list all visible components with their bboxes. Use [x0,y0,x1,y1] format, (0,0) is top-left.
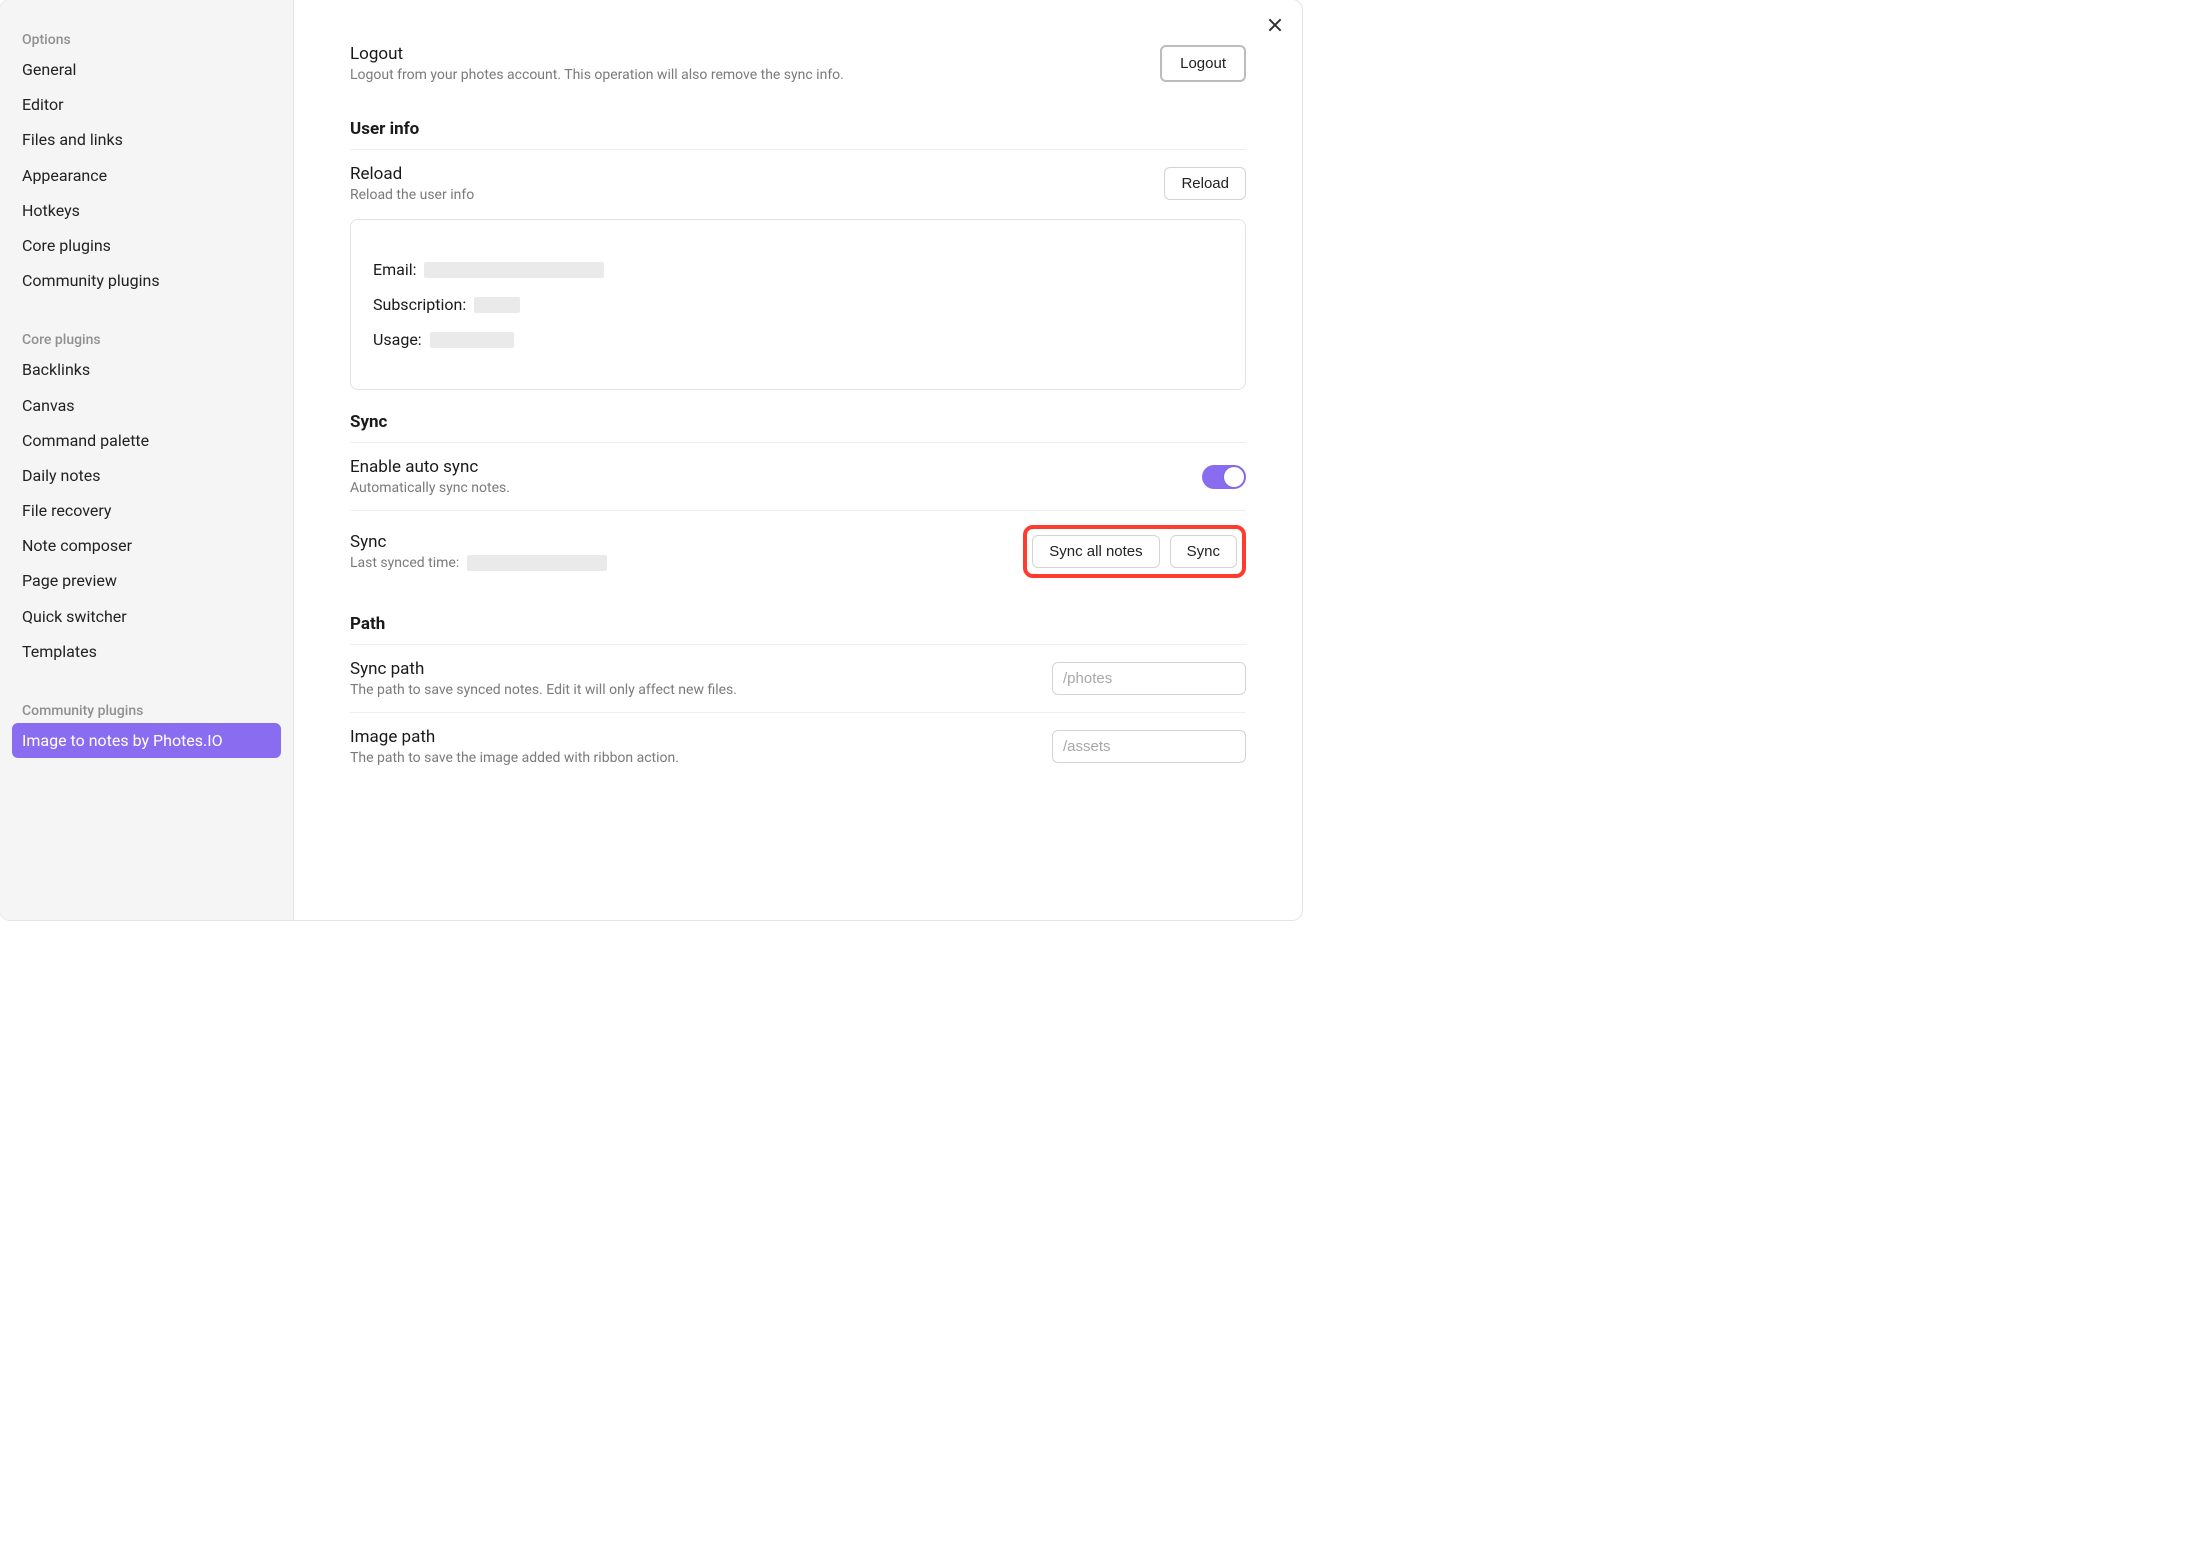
sync-all-notes-button[interactable]: Sync all notes [1032,535,1159,568]
section-path: Path [350,592,1246,645]
setting-image-path: Image path The path to save the image ad… [350,713,1246,780]
image-path-desc: The path to save the image added with ri… [350,750,1052,766]
settings-modal: Options General Editor Files and links A… [0,0,1302,920]
sync-buttons-highlight: Sync all notes Sync [1023,525,1246,578]
email-label: Email: [373,260,416,279]
subscription-label: Subscription: [373,295,466,314]
sync-title: Sync [350,532,1023,552]
sidebar-item-core-plugins[interactable]: Core plugins [12,228,281,263]
setting-reload: Reload Reload the user info Reload [350,150,1246,217]
close-icon[interactable] [1264,14,1286,36]
image-path-title: Image path [350,727,1052,747]
email-value-redacted [424,262,604,278]
setting-auto-sync: Enable auto sync Automatically sync note… [350,443,1246,511]
logout-title: Logout [350,44,1160,64]
sidebar-item-general[interactable]: General [12,52,281,87]
section-user-info: User info [350,97,1246,150]
reload-title: Reload [350,164,1164,184]
sync-button[interactable]: Sync [1170,535,1237,568]
auto-sync-desc: Automatically sync notes. [350,480,1202,496]
setting-sync-path: Sync path The path to save synced notes.… [350,645,1246,713]
sidebar: Options General Editor Files and links A… [0,0,294,920]
sidebar-item-canvas[interactable]: Canvas [12,388,281,423]
sync-path-input[interactable] [1052,662,1246,695]
sidebar-item-page-preview[interactable]: Page preview [12,563,281,598]
sidebar-item-command-palette[interactable]: Command palette [12,423,281,458]
sidebar-item-quick-switcher[interactable]: Quick switcher [12,599,281,634]
sync-path-desc: The path to save synced notes. Edit it w… [350,682,1052,698]
reload-button[interactable]: Reload [1164,167,1246,200]
logout-desc: Logout from your photes account. This op… [350,67,1160,83]
auto-sync-title: Enable auto sync [350,457,1202,477]
sidebar-item-backlinks[interactable]: Backlinks [12,352,281,387]
reload-desc: Reload the user info [350,187,1164,203]
sidebar-item-files-and-links[interactable]: Files and links [12,122,281,157]
sync-desc: Last synced time: [350,555,1023,571]
content-panel: Logout Logout from your photes account. … [294,0,1302,920]
last-synced-time-redacted [467,555,607,571]
auto-sync-toggle[interactable] [1202,465,1246,489]
sidebar-section-options: Options [12,24,281,52]
sidebar-item-hotkeys[interactable]: Hotkeys [12,193,281,228]
sidebar-item-file-recovery[interactable]: File recovery [12,493,281,528]
sidebar-item-image-to-notes[interactable]: Image to notes by Photes.IO [12,723,281,758]
usage-value-redacted [430,332,514,348]
sidebar-section-community-plugins: Community plugins [12,695,281,723]
sidebar-item-editor[interactable]: Editor [12,87,281,122]
user-info-card: Email: Subscription: Usage: [350,219,1246,390]
sidebar-item-appearance[interactable]: Appearance [12,158,281,193]
image-path-input[interactable] [1052,730,1246,763]
sidebar-item-community-plugins[interactable]: Community plugins [12,263,281,298]
sidebar-item-daily-notes[interactable]: Daily notes [12,458,281,493]
section-sync: Sync [350,390,1246,443]
sidebar-section-core-plugins: Core plugins [12,324,281,352]
sidebar-item-templates[interactable]: Templates [12,634,281,669]
usage-label: Usage: [373,330,422,349]
sync-desc-prefix: Last synced time: [350,555,459,571]
logout-button[interactable]: Logout [1160,45,1246,82]
sync-path-title: Sync path [350,659,1052,679]
sidebar-item-note-composer[interactable]: Note composer [12,528,281,563]
subscription-value-redacted [474,297,520,313]
setting-sync: Sync Last synced time: Sync all notes Sy… [350,511,1246,592]
setting-logout: Logout Logout from your photes account. … [350,30,1246,97]
